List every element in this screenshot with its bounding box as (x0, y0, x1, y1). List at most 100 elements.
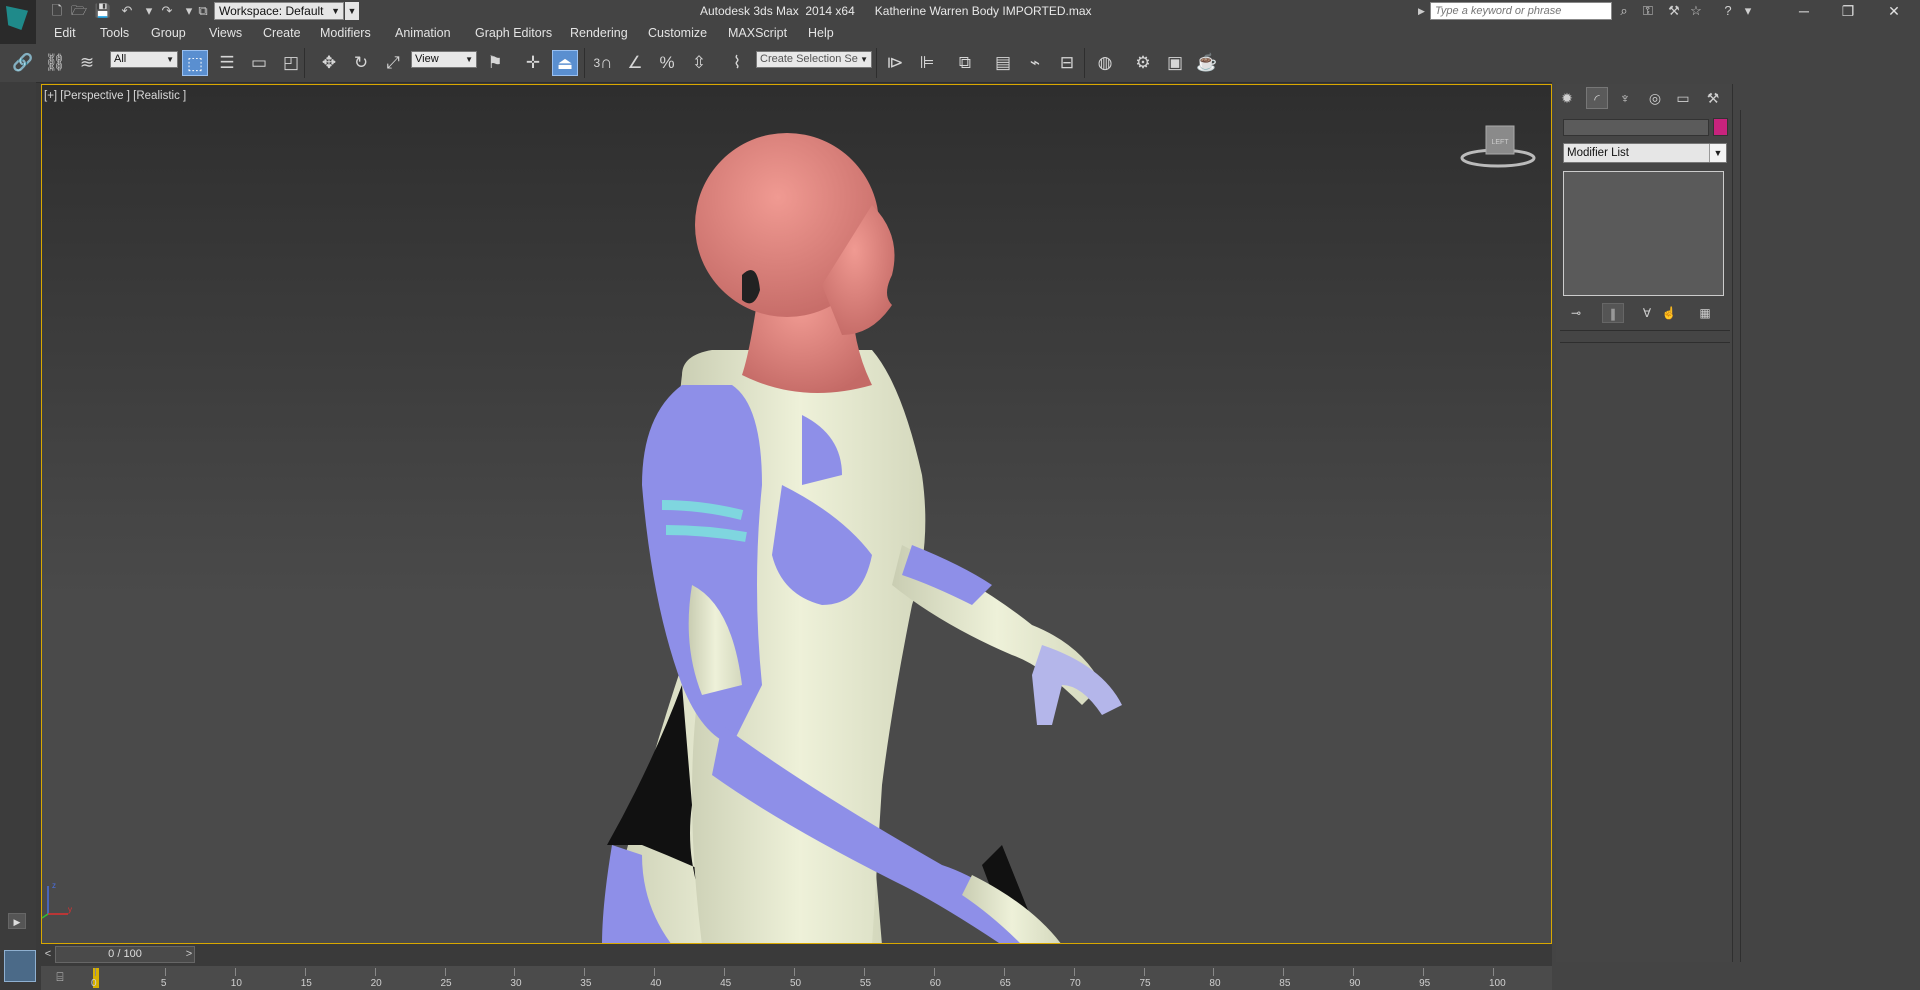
close-button[interactable]: ✕ (1872, 0, 1916, 22)
menu-animation[interactable]: Animation (395, 26, 451, 40)
render-production-teapot-icon[interactable]: ☕ (1194, 50, 1220, 76)
undo-icon[interactable]: ↶ (118, 3, 136, 19)
menu-group[interactable]: Group (151, 26, 186, 40)
configure-modifier-sets-icon[interactable]: ▦ (1694, 303, 1716, 323)
use-pivot-point-center-icon[interactable]: ⚑ (482, 50, 508, 76)
track-bar-tick (1283, 968, 1285, 976)
angle-snap-toggle-icon[interactable]: ∠ (622, 50, 648, 76)
object-name-field[interactable] (1563, 119, 1709, 136)
chevron-down-icon: ▼ (1709, 144, 1726, 162)
previous-frame-button[interactable]: < (41, 947, 55, 962)
select-and-link-icon[interactable]: 🔗 (10, 50, 36, 76)
graphite-modeling-tools-icon[interactable]: ▤ (990, 50, 1016, 76)
object-color-swatch[interactable] (1713, 118, 1728, 136)
reference-coordinate-system-dropdown[interactable]: View ▼ (411, 51, 477, 68)
mirror-icon[interactable]: ⧐ (882, 50, 908, 76)
restore-button[interactable]: ❐ (1826, 0, 1870, 22)
schematic-view-icon[interactable]: ⊟ (1054, 50, 1080, 76)
menu-edit[interactable]: Edit (54, 26, 76, 40)
show-end-result-icon[interactable]: ∥ (1602, 303, 1624, 323)
minimize-button[interactable]: ─ (1782, 0, 1826, 22)
spinner-snap-toggle-icon[interactable]: ⇳ (686, 50, 712, 76)
select-and-scale-icon[interactable]: ⤢ (380, 50, 406, 76)
menu-create[interactable]: Create (263, 26, 301, 40)
keyboard-shortcut-override-icon[interactable]: ⏏ (552, 50, 578, 76)
named-selection-sets-dropdown[interactable]: Create Selection Se ▼ (756, 51, 872, 68)
make-unique-icon[interactable]: ∀ (1636, 303, 1658, 323)
menu-graph-editors[interactable]: Graph Editors (475, 26, 552, 40)
render-setup-icon[interactable]: ⚙ (1130, 50, 1156, 76)
menu-maxscript[interactable]: MAXScript (728, 26, 787, 40)
app-menu-button[interactable] (0, 0, 36, 44)
track-bar-tick-label: 50 (790, 978, 802, 989)
viewport-label[interactable]: [+] [Perspective ] [Realistic ] (44, 90, 186, 102)
undo-dropdown-icon[interactable]: ▾ (140, 3, 158, 19)
menu-rendering[interactable]: Rendering (570, 26, 628, 40)
menu-views[interactable]: Views (209, 26, 242, 40)
menu-help[interactable]: Help (808, 26, 834, 40)
bind-to-space-warp-icon[interactable]: ≋ (74, 50, 100, 76)
expand-play-icon[interactable]: ▶ (8, 913, 26, 929)
workspace-dropdown[interactable]: Workspace: Default ▼ (214, 2, 344, 20)
hierarchy-panel-tab-icon[interactable]: ♆ (1614, 87, 1636, 109)
curve-editor-icon[interactable]: ⌁ (1022, 50, 1048, 76)
window-crossing-icon[interactable]: ◰ (278, 50, 304, 76)
align-icon[interactable]: ⊫ (914, 50, 940, 76)
project-folder-icon[interactable]: ⧉ (194, 3, 212, 19)
edit-named-selection-sets-icon[interactable]: ⌇ (724, 50, 750, 76)
display-panel-tab-icon[interactable]: ▭ (1672, 87, 1694, 109)
select-and-rotate-icon[interactable]: ↻ (348, 50, 374, 76)
quick-access-customize-button[interactable]: ▼ (345, 2, 359, 20)
search-input[interactable]: Type a keyword or phrase (1430, 2, 1612, 20)
track-bar-tick (584, 968, 586, 976)
select-and-move-icon[interactable]: ✥ (316, 50, 342, 76)
select-by-name-icon[interactable]: ☰ (214, 50, 240, 76)
open-file-icon[interactable]: 🗁 (70, 3, 88, 19)
favorites-star-icon[interactable]: ☆ (1686, 2, 1706, 20)
menu-tools[interactable]: Tools (100, 26, 129, 40)
create-panel-tab-icon[interactable]: ✹ (1556, 87, 1578, 109)
communication-center-icon[interactable]: ⚒ (1664, 2, 1684, 20)
select-object-icon[interactable]: ⬚ (182, 50, 208, 76)
track-bar-tick (1213, 968, 1215, 976)
binoculars-icon[interactable]: ⌕ (1614, 2, 1634, 20)
percent-snap-toggle-icon[interactable]: % (654, 50, 680, 76)
menu-modifiers[interactable]: Modifiers (320, 26, 371, 40)
time-slider-thumb[interactable]: 0 / 100 (55, 946, 195, 963)
maxscript-listener-mini-icon[interactable] (4, 950, 36, 982)
toolbar-separator (876, 48, 877, 78)
new-file-icon[interactable]: 🗋 (48, 3, 66, 19)
help-dropdown-icon[interactable]: ▾ (1738, 2, 1758, 20)
remove-modifier-icon[interactable]: ☝ (1658, 303, 1680, 323)
select-and-manipulate-icon[interactable]: ✛ (520, 50, 546, 76)
manage-layers-icon[interactable]: ⧉ (952, 50, 978, 76)
menu-customize[interactable]: Customize (648, 26, 707, 40)
utilities-panel-tab-icon[interactable]: ⚒ (1702, 87, 1724, 109)
viewcube-icon[interactable]: LEFT (1460, 120, 1536, 170)
track-bar-tick (374, 968, 376, 976)
redo-icon[interactable]: ↷ (158, 3, 176, 19)
modifier-list-dropdown[interactable]: Modifier List ▼ (1563, 143, 1727, 163)
rectangular-selection-region-icon[interactable]: ▭ (246, 50, 272, 76)
save-icon[interactable]: 💾 (94, 3, 112, 19)
svg-text:y: y (68, 905, 72, 914)
open-mini-curve-editor-icon[interactable]: ⌸ (50, 968, 70, 986)
search-expand-icon[interactable]: ▶ (1418, 3, 1428, 19)
modify-panel-tab-icon[interactable]: ◜ (1586, 87, 1608, 109)
track-bar-tick (1423, 968, 1425, 976)
track-bar-tick-label: 20 (370, 978, 382, 989)
selection-filter-dropdown[interactable]: All ▼ (110, 51, 178, 68)
next-frame-button[interactable]: > (183, 947, 195, 962)
material-editor-icon[interactable]: ◍ (1092, 50, 1118, 76)
perspective-viewport[interactable] (41, 84, 1552, 944)
unlink-selection-icon[interactable]: ⛓ (42, 50, 68, 76)
key-icon[interactable]: ⚿ (1638, 2, 1658, 20)
rendered-frame-window-icon[interactable]: ▣ (1162, 50, 1188, 76)
modifier-stack[interactable] (1563, 171, 1724, 296)
pin-stack-icon[interactable]: ⊸ (1565, 303, 1587, 323)
time-slider[interactable] (41, 945, 1552, 964)
track-bar-tick-label: 10 (230, 978, 242, 989)
help-icon[interactable]: ? (1718, 2, 1738, 20)
snaps-toggle-icon[interactable]: 3∩ (590, 50, 616, 76)
motion-panel-tab-icon[interactable]: ◎ (1644, 87, 1666, 109)
